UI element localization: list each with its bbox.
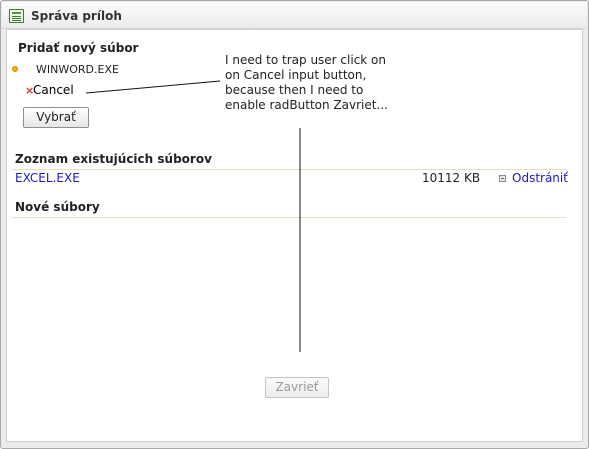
selected-file-name: WINWORD.EXE [36, 63, 119, 76]
list-window-icon [9, 9, 24, 23]
new-files-divider [12, 217, 566, 218]
window-title: Správa príloh [31, 9, 122, 23]
window-titlebar: Správa príloh [2, 2, 587, 29]
existing-file-size: 10112 KB [422, 171, 481, 185]
existing-files-title: Zoznam existujúcich súborov [15, 152, 212, 166]
existing-file-link[interactable]: EXCEL.EXE [15, 171, 80, 185]
cancel-upload-link[interactable]: Cancel [33, 83, 74, 97]
choose-file-button[interactable]: Vybrať [23, 107, 89, 128]
upload-section-title: Pridať nový súbor [18, 41, 139, 55]
delete-icon[interactable] [499, 175, 506, 182]
new-files-title: Nové súbory [15, 200, 100, 214]
existing-files-divider [12, 169, 566, 170]
annotation-note: I need to trap user click on on Cancel i… [225, 53, 388, 112]
pending-file-bullet-icon [12, 66, 18, 72]
delete-file-link[interactable]: Odstrániť [512, 171, 568, 185]
close-button[interactable]: Zavrieť [265, 377, 329, 398]
